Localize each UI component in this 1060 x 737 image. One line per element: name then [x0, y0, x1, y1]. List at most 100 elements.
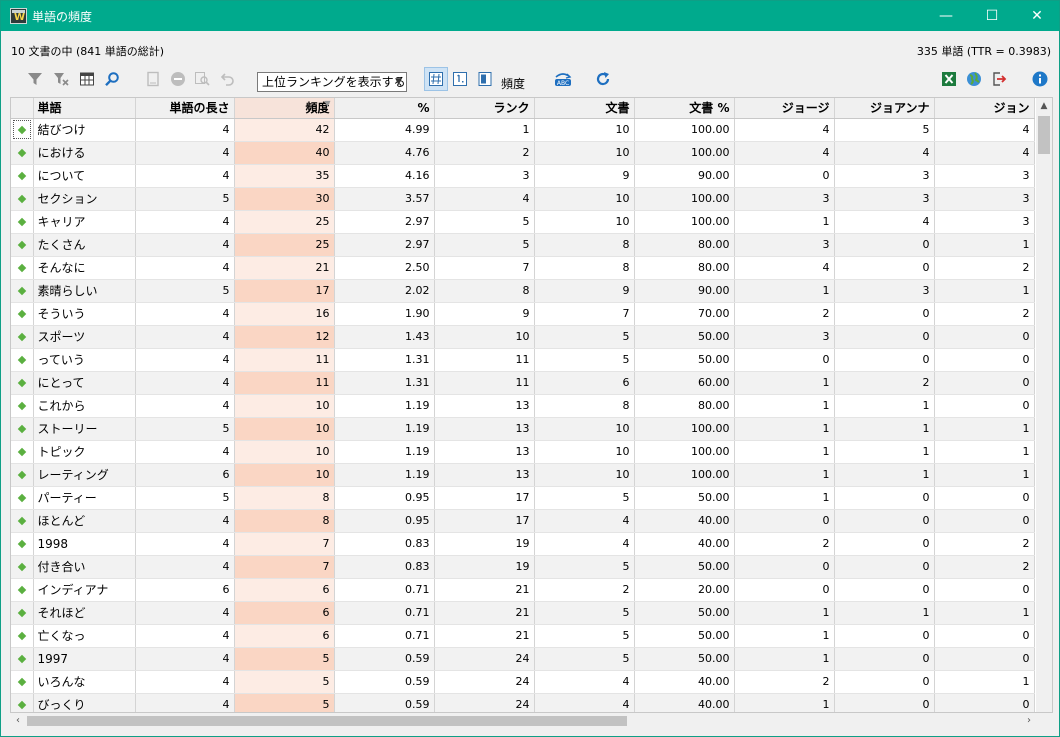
column-header-rank[interactable]: ランク [434, 98, 535, 119]
table-row[interactable]: における 4 40 4.76 2 10 100.00 4 4 4 [11, 141, 1035, 165]
table-row[interactable]: 結びつけ 4 42 4.99 1 10 100.00 4 5 4 [11, 118, 1035, 142]
dictionary-icon[interactable] [141, 67, 165, 91]
row-marker[interactable] [11, 509, 34, 533]
maximize-button[interactable]: ☐ [969, 1, 1015, 31]
search-icon[interactable] [100, 67, 124, 91]
row-marker[interactable] [11, 693, 34, 712]
column-header-documents[interactable]: 文書 [534, 98, 635, 119]
minimize-button[interactable]: — [923, 1, 969, 31]
exit-icon[interactable] [987, 67, 1011, 91]
column-header-marker[interactable] [11, 98, 34, 119]
clear-filter-icon[interactable] [49, 67, 73, 91]
table-row[interactable]: 素晴らしい 5 17 2.02 8 9 90.00 1 3 1 [11, 279, 1035, 303]
table-row[interactable]: 1998 4 7 0.83 19 4 40.00 2 0 2 [11, 532, 1035, 556]
table-row[interactable]: キャリア 4 25 2.97 5 10 100.00 1 4 3 [11, 210, 1035, 234]
column-header-percent[interactable]: % [334, 98, 435, 119]
table-row[interactable]: っていう 4 11 1.31 11 5 50.00 0 0 0 [11, 348, 1035, 372]
table-row[interactable]: 1997 4 5 0.59 24 5 50.00 1 0 0 [11, 647, 1035, 671]
table-row[interactable]: パーティー 5 8 0.95 17 5 50.00 1 0 0 [11, 486, 1035, 510]
info-icon[interactable] [1028, 67, 1052, 91]
row-marker[interactable] [11, 233, 34, 257]
scroll-right-icon[interactable]: › [1022, 713, 1036, 729]
remove-icon[interactable] [166, 67, 190, 91]
row-marker[interactable] [11, 302, 34, 326]
horizontal-scrollbar[interactable]: ‹ › [11, 713, 1036, 729]
vertical-scrollbar[interactable]: ▲ [1036, 98, 1052, 712]
title-bar[interactable]: 単語の頻度 — ☐ ✕ [1, 1, 1059, 31]
row-marker[interactable] [11, 348, 34, 372]
row-marker[interactable] [11, 601, 34, 625]
row-marker[interactable] [11, 555, 34, 579]
table-row[interactable]: にとって 4 11 1.31 11 6 60.00 1 2 0 [11, 371, 1035, 395]
table-row[interactable]: スポーツ 4 12 1.43 10 5 50.00 3 0 0 [11, 325, 1035, 349]
table-row[interactable]: それほど 4 6 0.71 21 5 50.00 1 1 1 [11, 601, 1035, 625]
column-header-word[interactable]: 単語 [33, 98, 136, 119]
excel-export-icon[interactable] [937, 67, 961, 91]
row-marker[interactable] [11, 463, 34, 487]
table-row[interactable]: セクション 5 30 3.57 4 10 100.00 3 3 3 [11, 187, 1035, 211]
rank-cell: 11 [434, 371, 535, 395]
row-marker[interactable] [11, 440, 34, 464]
undo-icon[interactable] [216, 67, 240, 91]
grid-view-icon[interactable] [424, 67, 448, 91]
percent-cell: 4.99 [334, 118, 435, 142]
horizontal-scroll-thumb[interactable] [27, 716, 627, 726]
table-row[interactable]: トピック 4 10 1.19 13 10 100.00 1 1 1 [11, 440, 1035, 464]
row-marker[interactable] [11, 187, 34, 211]
find-in-document-icon[interactable] [190, 67, 214, 91]
document-view-icon[interactable] [473, 67, 497, 91]
table-row[interactable]: たくさん 4 25 2.97 5 8 80.00 3 0 1 [11, 233, 1035, 257]
row-marker[interactable] [11, 141, 34, 165]
close-button[interactable]: ✕ [1014, 1, 1060, 31]
web-export-icon[interactable] [962, 67, 986, 91]
ranking-select[interactable]: 上位ランキングを表示する ▼ [257, 72, 407, 92]
row-marker[interactable] [11, 486, 34, 510]
row-marker[interactable] [11, 325, 34, 349]
scroll-up-icon[interactable]: ▲ [1036, 98, 1052, 114]
row-marker[interactable] [11, 371, 34, 395]
table-row[interactable]: インディアナ 6 6 0.71 21 2 20.00 0 0 0 [11, 578, 1035, 602]
table-row[interactable]: ストーリー 5 10 1.19 13 10 100.00 1 1 1 [11, 417, 1035, 441]
row-marker[interactable] [11, 624, 34, 648]
column-header-joanna[interactable]: ジョアンナ [834, 98, 935, 119]
column-header-john[interactable]: ジョン [934, 98, 1035, 119]
row-marker[interactable] [11, 578, 34, 602]
joanna-cell: 0 [834, 647, 935, 671]
table-row[interactable]: そんなに 4 21 2.50 7 8 80.00 4 0 2 [11, 256, 1035, 280]
table-row[interactable]: 付き合い 4 7 0.83 19 5 50.00 0 0 2 [11, 555, 1035, 579]
row-marker[interactable] [11, 417, 34, 441]
row-marker[interactable] [11, 532, 34, 556]
numbered-list-icon[interactable] [448, 67, 472, 91]
columns-icon[interactable] [75, 67, 99, 91]
table-row[interactable]: びっくり 4 5 0.59 24 4 40.00 1 0 0 [11, 693, 1035, 712]
refresh-icon[interactable] [591, 67, 615, 91]
column-header-documents-percent[interactable]: 文書 % [634, 98, 735, 119]
joanna-cell: 0 [834, 233, 935, 257]
table-row[interactable]: そういう 4 16 1.90 9 7 70.00 2 0 2 [11, 302, 1035, 326]
filter-icon[interactable] [23, 67, 47, 91]
table-row[interactable]: について 4 35 4.16 3 9 90.00 0 3 3 [11, 164, 1035, 188]
column-header-george[interactable]: ジョージ [734, 98, 835, 119]
frequency-cell: 10 [234, 394, 335, 418]
row-marker[interactable] [11, 394, 34, 418]
table-row[interactable]: いろんな 4 5 0.59 24 4 40.00 2 0 1 [11, 670, 1035, 694]
spellcheck-icon[interactable]: ABC [551, 67, 575, 91]
row-marker[interactable] [11, 210, 34, 234]
scroll-left-icon[interactable]: ‹ [11, 713, 25, 729]
row-marker[interactable] [11, 279, 34, 303]
row-marker[interactable] [11, 164, 34, 188]
row-marker[interactable] [11, 670, 34, 694]
documents-cell: 10 [534, 440, 635, 464]
row-marker[interactable] [11, 118, 34, 142]
table-row[interactable]: これから 4 10 1.19 13 8 80.00 1 1 0 [11, 394, 1035, 418]
column-header-length[interactable]: 単語の長さ [135, 98, 235, 119]
row-marker[interactable] [11, 647, 34, 671]
diamond-icon [17, 332, 26, 342]
table-row[interactable]: 亡くなっ 4 6 0.71 21 5 50.00 1 0 0 [11, 624, 1035, 648]
column-header-frequency[interactable]: 頻度 ▼ [234, 98, 335, 119]
table-row[interactable]: ほとんど 4 8 0.95 17 4 40.00 0 0 0 [11, 509, 1035, 533]
row-marker[interactable] [11, 256, 34, 280]
frequency-cell: 5 [234, 647, 335, 671]
vertical-scroll-thumb[interactable] [1038, 116, 1050, 154]
table-row[interactable]: レーティング 6 10 1.19 13 10 100.00 1 1 1 [11, 463, 1035, 487]
